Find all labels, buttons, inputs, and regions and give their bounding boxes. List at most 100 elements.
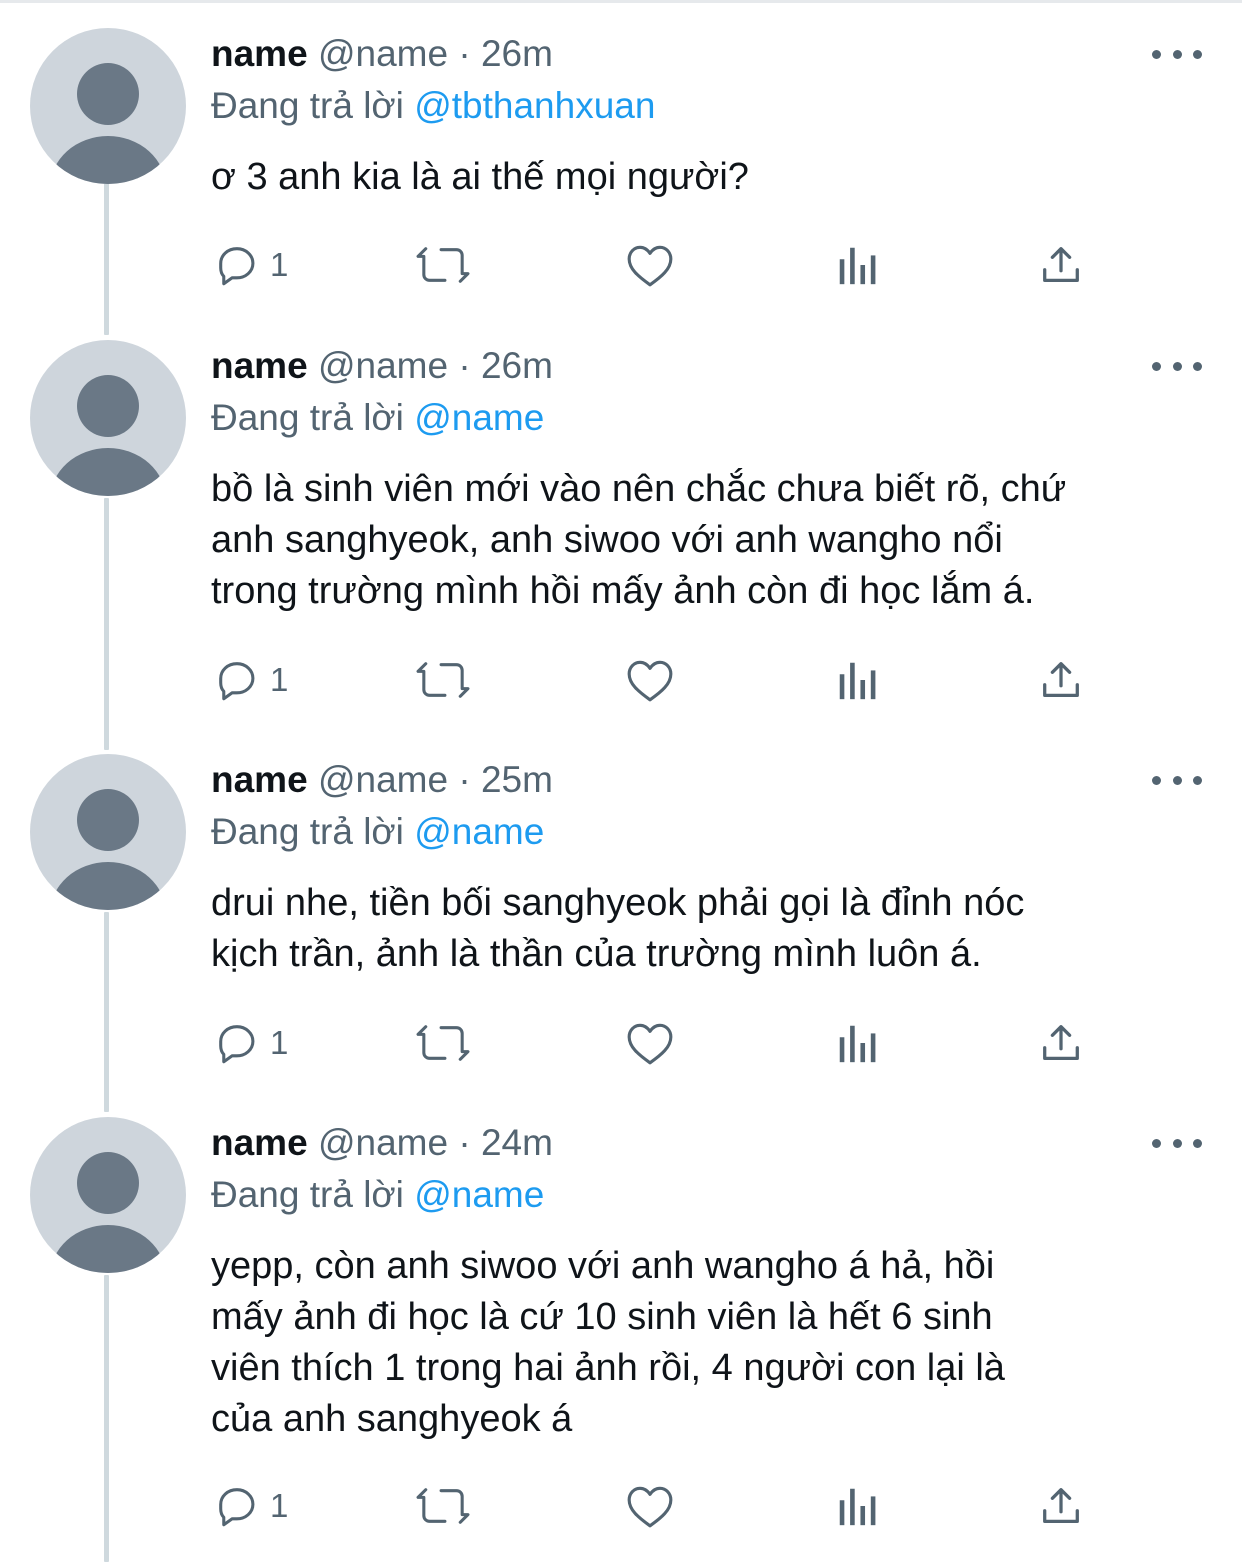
tweet-text-line: yepp, còn anh siwoo với anh wangho á hả,…: [211, 1245, 995, 1287]
tweet-text-line: trong trường mình hồi mấy ảnh còn đi học…: [211, 570, 1035, 612]
tweet-text-line: drui nhe, tiền bối sanghyeok phải gọi là…: [211, 882, 1025, 924]
reply-mention-link[interactable]: @name: [414, 811, 544, 852]
default-avatar-icon[interactable]: [30, 28, 186, 184]
more-dots-icon[interactable]: [1152, 1129, 1202, 1157]
tweet-content: name @name · 26m Đang trả lời @tbthanhxu…: [211, 28, 1202, 203]
author-name[interactable]: name: [211, 33, 308, 74]
tweet-text-line: mấy ảnh đi học là cứ 10 sinh viên là hết…: [211, 1296, 993, 1338]
reply-bubble-icon: [219, 662, 255, 701]
share-button[interactable]: [1038, 650, 1084, 710]
replying-to: Đang trả lời @name: [211, 806, 1202, 858]
tweet-header: name @name · 25m: [211, 754, 1202, 806]
more-dots-icon[interactable]: [1152, 40, 1202, 68]
tweet-header: name @name · 26m: [211, 340, 1202, 392]
retweet-icon: [416, 1025, 470, 1061]
default-avatar-icon[interactable]: [30, 754, 186, 910]
heart-icon: [627, 1486, 673, 1528]
replying-to: Đang trả lời @name: [211, 392, 1202, 444]
tweet-content: name @name · 25m Đang trả lời @name drui…: [211, 754, 1202, 980]
separator-dot: ·: [458, 759, 471, 800]
author-name[interactable]: name: [211, 1122, 308, 1163]
tweet-header: name @name · 24m: [211, 1117, 1202, 1169]
views-button[interactable]: [835, 235, 879, 295]
retweet-icon: [416, 662, 470, 698]
retweet-button[interactable]: [414, 650, 472, 710]
analytics-icon: [839, 247, 876, 285]
more-dots-icon[interactable]: [1152, 766, 1202, 794]
thread-line: [104, 912, 109, 1112]
retweet-button[interactable]: [414, 1013, 472, 1073]
author-name[interactable]: name: [211, 759, 308, 800]
tweet-actions: 1: [211, 1476, 1211, 1536]
timestamp[interactable]: 26m: [481, 33, 553, 74]
share-icon: [1043, 1488, 1079, 1523]
replying-to-label: Đang trả lời: [211, 85, 404, 126]
tweet-text: drui nhe, tiền bối sanghyeok phải gọi là…: [211, 878, 1202, 980]
retweet-button[interactable]: [414, 1476, 472, 1536]
reply-count: 1: [270, 1024, 289, 1061]
reply-button[interactable]: 1: [214, 235, 288, 295]
views-button[interactable]: [835, 1013, 879, 1073]
retweet-icon: [416, 247, 470, 283]
timestamp[interactable]: 25m: [481, 759, 553, 800]
reply-button[interactable]: 1: [214, 1476, 288, 1536]
tweet-text-line: anh sanghyeok, anh siwoo với anh wangho …: [211, 519, 1003, 561]
tweet-text: ơ 3 anh kia là ai thế mọi người?: [211, 152, 1202, 203]
analytics-icon: [839, 1488, 876, 1526]
author-name[interactable]: name: [211, 345, 308, 386]
thread-line: [104, 1275, 109, 1562]
like-button[interactable]: [625, 650, 675, 710]
tweet-text-line: ơ 3 anh kia là ai thế mọi người?: [211, 156, 749, 198]
replying-to-label: Đang trả lời: [211, 811, 404, 852]
reply-mention-link[interactable]: @tbthanhxuan: [414, 85, 655, 126]
retweet-icon: [416, 1488, 470, 1524]
tweet-actions: 1: [211, 235, 1211, 295]
analytics-icon: [839, 1025, 876, 1063]
timestamp[interactable]: 26m: [481, 345, 553, 386]
separator-dot: ·: [458, 33, 471, 74]
tweet-content: name @name · 24m Đang trả lời @name yepp…: [211, 1117, 1202, 1445]
separator-dot: ·: [458, 1122, 471, 1163]
reply-bubble-icon: [219, 1488, 255, 1527]
reply-count: 1: [270, 661, 289, 698]
replying-to: Đang trả lời @name: [211, 1169, 1202, 1221]
tweet-header: name @name · 26m: [211, 28, 1202, 80]
thread-line: [104, 498, 109, 750]
tweet-text: yepp, còn anh siwoo với anh wangho á hả,…: [211, 1241, 1202, 1445]
heart-icon: [627, 245, 673, 287]
author-handle[interactable]: @name: [318, 33, 448, 74]
replying-to-label: Đang trả lời: [211, 1174, 404, 1215]
author-handle[interactable]: @name: [318, 759, 448, 800]
like-button[interactable]: [625, 235, 675, 295]
default-avatar-icon[interactable]: [30, 1117, 186, 1273]
tweet-text-line: của anh sanghyeok á: [211, 1398, 573, 1440]
reply-bubble-icon: [219, 1025, 255, 1064]
tweet-text-line: viên thích 1 trong hai ảnh rồi, 4 người …: [211, 1347, 1005, 1389]
tweet-content: name @name · 26m Đang trả lời @name bồ l…: [211, 340, 1202, 617]
analytics-icon: [839, 662, 876, 700]
reply-button[interactable]: 1: [214, 1013, 288, 1073]
views-button[interactable]: [835, 1476, 879, 1536]
reply-mention-link[interactable]: @name: [414, 397, 544, 438]
tweet-text-line: bồ là sinh viên mới vào nên chắc chưa bi…: [211, 468, 1067, 510]
timestamp[interactable]: 24m: [481, 1122, 553, 1163]
more-dots-icon[interactable]: [1152, 352, 1202, 380]
share-button[interactable]: [1038, 235, 1084, 295]
views-button[interactable]: [835, 650, 879, 710]
tweet-actions: 1: [211, 650, 1211, 710]
share-button[interactable]: [1038, 1013, 1084, 1073]
reply-mention-link[interactable]: @name: [414, 1174, 544, 1215]
reply-count: 1: [270, 246, 289, 283]
default-avatar-icon[interactable]: [30, 340, 186, 496]
separator-dot: ·: [458, 345, 471, 386]
author-handle[interactable]: @name: [318, 345, 448, 386]
author-handle[interactable]: @name: [318, 1122, 448, 1163]
share-button[interactable]: [1038, 1476, 1084, 1536]
like-button[interactable]: [625, 1476, 675, 1536]
retweet-button[interactable]: [414, 235, 472, 295]
tweet-text: bồ là sinh viên mới vào nên chắc chưa bi…: [211, 464, 1202, 617]
reply-button[interactable]: 1: [214, 650, 288, 710]
reply-count: 1: [270, 1487, 289, 1524]
tweet-actions: 1: [211, 1013, 1211, 1073]
like-button[interactable]: [625, 1013, 675, 1073]
